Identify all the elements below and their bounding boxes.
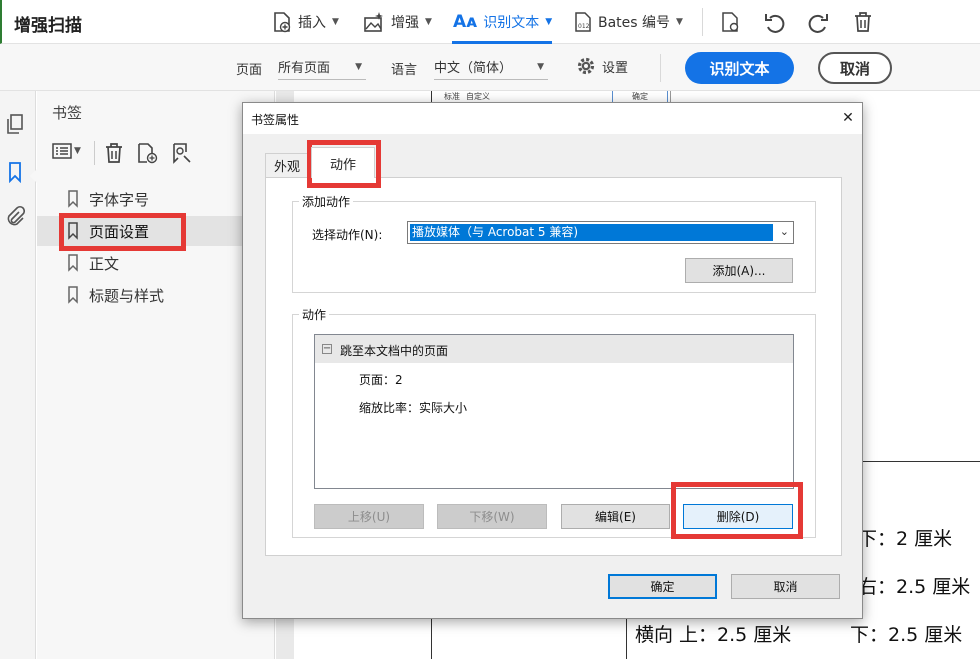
edit-button[interactable]: 编辑(E) — [561, 504, 670, 529]
bookmark-icon — [67, 254, 79, 272]
toolbar-divider — [702, 8, 703, 36]
bookmark-toolbar-divider — [94, 141, 95, 165]
page-select[interactable]: 所有页面 ▼ — [278, 54, 366, 80]
chevron-down-icon: ⌄ — [779, 225, 789, 238]
actions-group-title: 动作 — [299, 306, 330, 323]
page-label: 页面 — [236, 63, 263, 78]
recognize-text-menu-button[interactable]: Aᴀ 识别文本 ▼ — [453, 8, 552, 36]
tab-content-panel: 添加动作 选择动作(N): 播放媒体（与 Acrobat 5 兼容) ⌄ 添加(… — [265, 177, 842, 556]
settings-label: 设置 — [602, 60, 629, 76]
bookmark-item[interactable]: 标题与样式 — [37, 280, 275, 310]
move-down-button[interactable]: 下移(W) — [437, 504, 547, 529]
chevron-down-icon: ▼ — [355, 61, 362, 72]
settings-button[interactable]: 设置 — [576, 56, 628, 76]
tab-appearance[interactable]: 外观 — [265, 153, 309, 177]
bookmark-nav-icon[interactable] — [0, 159, 30, 185]
bookmark-label: 标题与样式 — [89, 286, 165, 305]
language-select-value: 中文（简体） — [434, 61, 513, 76]
bookmark-icon — [67, 190, 79, 208]
add-action-group-title: 添加动作 — [299, 193, 354, 210]
options-list-icon — [52, 143, 72, 159]
recognize-text-label: 识别文本 — [483, 15, 540, 31]
enhance-image-icon — [363, 11, 385, 33]
bookmark-panel-title: 书签 — [52, 104, 83, 122]
bookmark-properties-dialog: 书签属性 ✕ 外观 动作 添加动作 选择动作(N): 播放媒体（与 Acroba… — [242, 102, 863, 619]
ok-button[interactable]: 确定 — [608, 574, 717, 599]
gear-icon — [576, 56, 596, 76]
actions-group: 动作 − 跳至本文档中的页面 页面：2 缩放比率：实际大小 上移(U) 下移(W… — [292, 306, 816, 538]
chevron-down-icon: ▼ — [74, 146, 81, 156]
doc-text-line: 下：2 厘米 — [858, 528, 953, 550]
delete-bookmark-icon[interactable] — [104, 142, 124, 164]
page-select-value: 所有页面 — [278, 61, 331, 76]
bookmark-item[interactable]: 字体字号 — [37, 184, 275, 214]
doc-text-line: 右：2.5 厘米 — [858, 576, 971, 598]
undo-icon[interactable] — [760, 8, 790, 36]
select-action-value: 播放媒体（与 Acrobat 5 兼容) — [410, 224, 773, 241]
delete-button[interactable]: 删除(D) — [683, 504, 793, 529]
move-up-button[interactable]: 上移(U) — [314, 504, 424, 529]
tree-page-item[interactable]: 页面：2 — [359, 371, 403, 388]
redo-icon[interactable] — [803, 8, 833, 36]
close-icon[interactable]: ✕ — [837, 107, 859, 129]
dialog-cancel-button[interactable]: 取消 — [731, 574, 840, 599]
top-toolbar: 增强扫描 插入 ▼ 增强 ▼ Aᴀ 识别文本 ▼ 012 Bates 编号 ▼ — [0, 0, 980, 44]
bookmark-label: 正文 — [89, 254, 120, 273]
pages-icon[interactable] — [0, 111, 30, 137]
bates-number-menu-button[interactable]: 012 Bates 编号 ▼ — [574, 8, 683, 36]
new-bookmark-icon[interactable] — [136, 142, 158, 164]
left-nav-rail — [0, 91, 37, 659]
tree-root-row[interactable]: − 跳至本文档中的页面 — [315, 335, 793, 363]
chevron-down-icon: ▼ — [545, 17, 553, 27]
chevron-down-icon: ▼ — [425, 17, 432, 27]
enhance-menu-button[interactable]: 增强 ▼ — [363, 8, 432, 36]
tab-actions[interactable]: 动作 — [311, 147, 375, 178]
text-aa-icon: Aᴀ — [453, 12, 478, 32]
bookmark-icon — [67, 286, 79, 304]
dialog-titlebar: 书签属性 ✕ — [243, 103, 862, 134]
chevron-down-icon: ▼ — [537, 61, 544, 72]
add-action-group: 添加动作 选择动作(N): 播放媒体（与 Acrobat 5 兼容) ⌄ 添加(… — [292, 193, 816, 293]
recognize-options-bar: 页面 所有页面 ▼ 语言 中文（简体） ▼ 设置 识别文本 取消 — [0, 44, 980, 91]
bookmark-icon — [67, 222, 79, 240]
bookmark-item[interactable]: 正文 — [37, 248, 275, 278]
actions-tree: − 跳至本文档中的页面 页面：2 缩放比率：实际大小 — [314, 334, 794, 489]
tree-root-label: 跳至本文档中的页面 — [340, 344, 449, 358]
dialog-title: 书签属性 — [251, 113, 300, 127]
language-label: 语言 — [391, 63, 418, 78]
bookmark-search-icon[interactable] — [171, 142, 193, 164]
active-panel-pointer — [30, 169, 37, 183]
trash-icon[interactable] — [848, 8, 878, 36]
collapse-icon[interactable]: − — [322, 344, 332, 354]
insert-page-icon — [272, 11, 292, 33]
bates-label: Bates 编号 — [598, 15, 671, 31]
bookmark-panel: 书签 ▼ 字体字号 页面设置 正文 标题与样式 — [37, 91, 275, 659]
page-settings-icon[interactable] — [715, 8, 745, 36]
insert-label: 插入 — [298, 15, 326, 31]
attachment-icon[interactable] — [0, 203, 30, 229]
chevron-down-icon: ▼ — [676, 17, 683, 27]
bookmark-label: 字体字号 — [89, 190, 150, 209]
language-select[interactable]: 中文（简体） ▼ — [434, 54, 548, 80]
subbar-divider — [660, 54, 661, 82]
bookmark-label: 页面设置 — [89, 222, 150, 241]
cancel-button[interactable]: 取消 — [818, 52, 892, 84]
add-action-button[interactable]: 添加(A)... — [685, 258, 793, 283]
enhance-label: 增强 — [391, 15, 419, 31]
select-action-dropdown[interactable]: 播放媒体（与 Acrobat 5 兼容) ⌄ — [407, 221, 794, 244]
bates-page-icon: 012 — [574, 11, 592, 33]
bookmark-options-button[interactable]: ▼ — [52, 143, 81, 159]
recognize-text-button[interactable]: 识别文本 — [685, 52, 794, 84]
doc-text-line: 下：2.5 厘米 — [850, 624, 963, 646]
select-action-label: 选择动作(N): — [312, 228, 383, 242]
svg-text:012: 012 — [578, 23, 590, 30]
chevron-down-icon: ▼ — [332, 17, 339, 27]
doc-text-line: 横向 上：2.5 厘米 — [635, 624, 792, 646]
bookmark-item-selected[interactable]: 页面设置 — [37, 216, 275, 246]
insert-menu-button[interactable]: 插入 ▼ — [272, 8, 339, 36]
tree-zoom-item[interactable]: 缩放比率：实际大小 — [359, 399, 467, 416]
tool-title: 增强扫描 — [14, 16, 82, 36]
